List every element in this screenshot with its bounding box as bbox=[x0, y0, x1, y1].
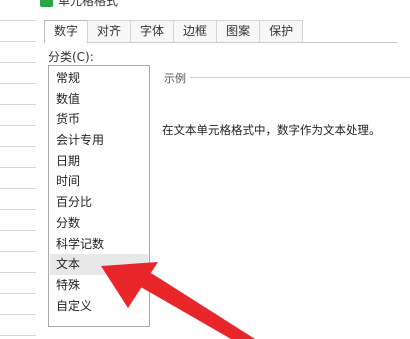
category-item-time[interactable]: 时间 bbox=[50, 171, 148, 192]
category-item-fraction[interactable]: 分数 bbox=[50, 213, 148, 234]
dialog-titlebar: 单元格格式 bbox=[36, 0, 410, 10]
category-item-custom[interactable]: 自定义 bbox=[50, 296, 148, 317]
app-icon bbox=[40, 0, 53, 7]
category-item-scientific[interactable]: 科学记数 bbox=[50, 234, 148, 255]
format-cells-dialog: 单元格格式 数字 对齐 字体 边框 图案 保护 分类(C): 常规 数值 货币 … bbox=[36, 0, 410, 339]
category-item-percentage[interactable]: 百分比 bbox=[50, 192, 148, 213]
category-item-special[interactable]: 特殊 bbox=[50, 275, 148, 296]
tab-border[interactable]: 边框 bbox=[173, 20, 218, 42]
sample-preview bbox=[156, 78, 410, 110]
category-item-general[interactable]: 常规 bbox=[50, 68, 148, 89]
spreadsheet-background bbox=[0, 0, 37, 339]
tab-alignment[interactable]: 对齐 bbox=[87, 20, 132, 42]
category-item-number[interactable]: 数值 bbox=[50, 89, 148, 110]
tab-number[interactable]: 数字 bbox=[44, 20, 89, 43]
category-list[interactable]: 常规 数值 货币 会计专用 日期 时间 百分比 分数 科学记数 文本 特殊 自定… bbox=[48, 65, 150, 327]
sample-group: 示例 bbox=[156, 70, 410, 110]
format-description: 在文本单元格格式中，数字作为文本处理。 bbox=[162, 123, 381, 137]
category-item-currency[interactable]: 货币 bbox=[50, 109, 148, 130]
tab-protection[interactable]: 保护 bbox=[259, 20, 304, 42]
category-item-date[interactable]: 日期 bbox=[50, 151, 148, 172]
category-item-text[interactable]: 文本 bbox=[50, 254, 148, 275]
tab-bar: 数字 对齐 字体 边框 图案 保护 bbox=[44, 20, 398, 43]
tab-font[interactable]: 字体 bbox=[130, 20, 175, 42]
category-item-accounting[interactable]: 会计专用 bbox=[50, 130, 148, 151]
category-label: 分类(C): bbox=[48, 50, 94, 64]
dialog-title: 单元格格式 bbox=[58, 0, 119, 8]
tab-pattern[interactable]: 图案 bbox=[216, 20, 261, 42]
